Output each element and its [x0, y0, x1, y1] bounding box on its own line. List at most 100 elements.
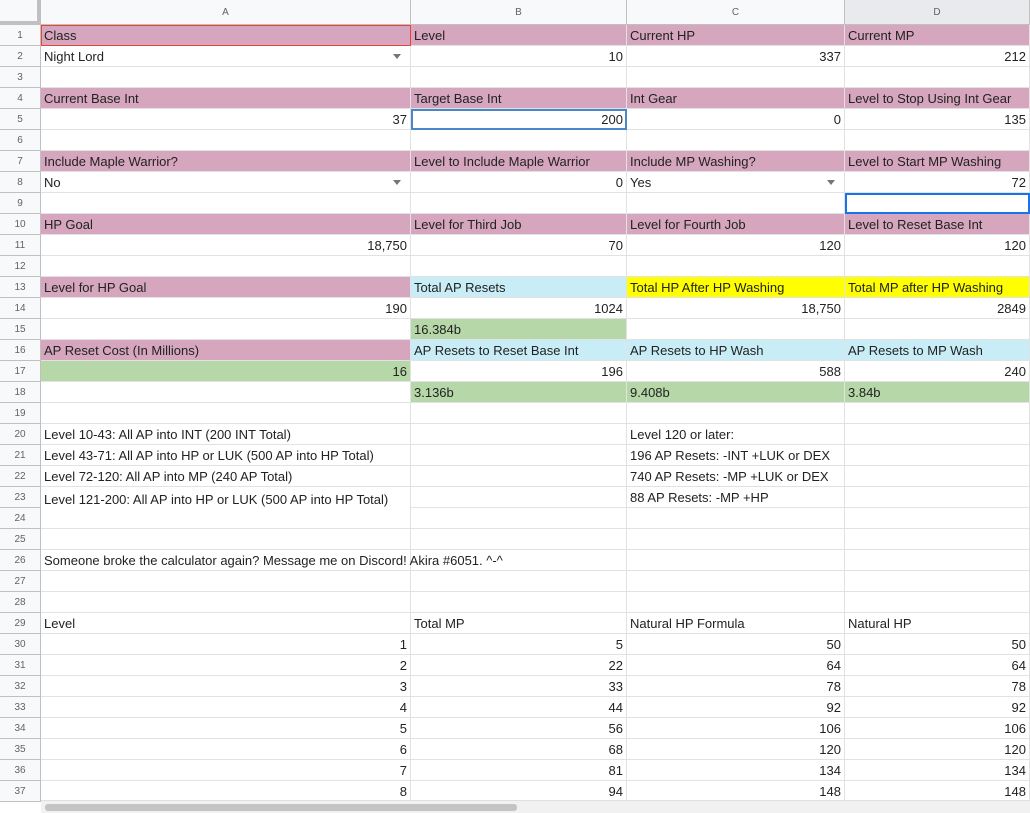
cell-c24[interactable] [627, 508, 845, 529]
table-cell-a34[interactable]: 5 [41, 718, 411, 739]
cell-d3[interactable] [845, 67, 1030, 88]
row-header-33[interactable]: 33 [0, 697, 41, 718]
dropdown-arrow-icon[interactable] [827, 180, 835, 185]
cell-b9[interactable] [411, 193, 627, 214]
row-header-28[interactable]: 28 [0, 592, 41, 613]
horizontal-scrollbar[interactable] [41, 800, 1030, 813]
cell-b6[interactable] [411, 130, 627, 151]
cell-c5[interactable]: 0 [627, 109, 845, 130]
row-header-1[interactable]: 1 [0, 25, 41, 46]
table-cell-d30[interactable]: 50 [845, 634, 1030, 655]
cell-a22[interactable]: Level 72-120: All AP into MP (240 AP Tot… [41, 466, 411, 487]
cell-d13[interactable]: Total MP after HP Washing [845, 277, 1030, 298]
table-cell-c31[interactable]: 64 [627, 655, 845, 676]
cell-c15[interactable] [627, 319, 845, 340]
cell-c10[interactable]: Level for Fourth Job [627, 214, 845, 235]
table-cell-b37[interactable]: 94 [411, 781, 627, 802]
table-cell-c32[interactable]: 78 [627, 676, 845, 697]
cell-c11[interactable]: 120 [627, 235, 845, 256]
cell-b11[interactable]: 70 [411, 235, 627, 256]
cell-d23[interactable] [845, 487, 1030, 508]
cell-a26[interactable]: Someone broke the calculator again? Mess… [41, 550, 503, 571]
row-header-5[interactable]: 5 [0, 109, 41, 130]
cell-d20[interactable] [845, 424, 1030, 445]
cell-a25[interactable] [41, 529, 411, 550]
cell-a17[interactable]: 16 [41, 361, 411, 382]
cell-b18[interactable]: 3.136b [411, 382, 627, 403]
cell-a19[interactable] [41, 403, 411, 424]
cell-a21[interactable]: Level 43-71: All AP into HP or LUK (500 … [41, 445, 411, 466]
cell-d14[interactable]: 2849 [845, 298, 1030, 319]
row-header-13[interactable]: 13 [0, 277, 41, 298]
cell-b16[interactable]: AP Resets to Reset Base Int [411, 340, 627, 361]
cell-c9[interactable] [627, 193, 845, 214]
row-header-31[interactable]: 31 [0, 655, 41, 676]
table-cell-c33[interactable]: 92 [627, 697, 845, 718]
table-cell-c30[interactable]: 50 [627, 634, 845, 655]
cell-d8[interactable]: 72 [845, 172, 1030, 193]
row-header-24[interactable]: 24 [0, 508, 41, 529]
cell-b25[interactable] [411, 529, 627, 550]
row-header-19[interactable]: 19 [0, 403, 41, 424]
cell-b12[interactable] [411, 256, 627, 277]
cell-b2[interactable]: 10 [411, 46, 627, 67]
row-header-20[interactable]: 20 [0, 424, 41, 445]
column-header-b[interactable]: B [411, 0, 627, 25]
table-cell-c34[interactable]: 106 [627, 718, 845, 739]
table-cell-a30[interactable]: 1 [41, 634, 411, 655]
row-header-22[interactable]: 22 [0, 466, 41, 487]
cell-b1[interactable]: Level [411, 25, 627, 46]
cell-a27[interactable] [41, 571, 411, 592]
row-header-14[interactable]: 14 [0, 298, 41, 319]
cell-a16[interactable]: AP Reset Cost (In Millions) [41, 340, 411, 361]
cell-c23[interactable]: 88 AP Resets: -MP +HP [627, 487, 845, 508]
cell-d28[interactable] [845, 592, 1030, 613]
row-header-35[interactable]: 35 [0, 739, 41, 760]
table-cell-a32[interactable]: 3 [41, 676, 411, 697]
cell-c3[interactable] [627, 67, 845, 88]
cell-c18[interactable]: 9.408b [627, 382, 845, 403]
table-cell-a33[interactable]: 4 [41, 697, 411, 718]
row-header-8[interactable]: 8 [0, 172, 41, 193]
row-header-12[interactable]: 12 [0, 256, 41, 277]
cell-a6[interactable] [41, 130, 411, 151]
cell-b15[interactable]: 16.384b [411, 319, 627, 340]
cell-b7[interactable]: Level to Include Maple Warrior [411, 151, 627, 172]
cell-d1[interactable]: Current MP [845, 25, 1030, 46]
cell-d9[interactable] [845, 193, 1030, 214]
cell-d4[interactable]: Level to Stop Using Int Gear [845, 88, 1030, 109]
cell-a7[interactable]: Include Maple Warrior? [41, 151, 411, 172]
cell-b3[interactable] [411, 67, 627, 88]
cell-c6[interactable] [627, 130, 845, 151]
cell-b14[interactable]: 1024 [411, 298, 627, 319]
cell-d11[interactable]: 120 [845, 235, 1030, 256]
cell-b21[interactable] [411, 445, 627, 466]
cell-c8[interactable]: Yes [627, 172, 845, 193]
cell-b19[interactable] [411, 403, 627, 424]
column-header-a[interactable]: A [41, 0, 411, 25]
row-header-6[interactable]: 6 [0, 130, 41, 151]
cell-c12[interactable] [627, 256, 845, 277]
row-header-25[interactable]: 25 [0, 529, 41, 550]
cell-a20[interactable]: Level 10-43: All AP into INT (200 INT To… [41, 424, 411, 445]
row-header-4[interactable]: 4 [0, 88, 41, 109]
cell-c13[interactable]: Total HP After HP Washing [627, 277, 845, 298]
cell-c28[interactable] [627, 592, 845, 613]
cell-c2[interactable]: 337 [627, 46, 845, 67]
row-header-2[interactable]: 2 [0, 46, 41, 67]
cell-a28[interactable] [41, 592, 411, 613]
table-cell-b30[interactable]: 5 [411, 634, 627, 655]
cell-d17[interactable]: 240 [845, 361, 1030, 382]
cell-c27[interactable] [627, 571, 845, 592]
cell-a5[interactable]: 37 [41, 109, 411, 130]
cell-a11[interactable]: 18,750 [41, 235, 411, 256]
cell-b22[interactable] [411, 466, 627, 487]
row-header-7[interactable]: 7 [0, 151, 41, 172]
row-header-29[interactable]: 29 [0, 613, 41, 634]
table-cell-d32[interactable]: 78 [845, 676, 1030, 697]
cell-d18[interactable]: 3.84b [845, 382, 1030, 403]
cell-b8[interactable]: 0 [411, 172, 627, 193]
table-cell-d34[interactable]: 106 [845, 718, 1030, 739]
row-header-17[interactable]: 17 [0, 361, 41, 382]
cell-c1[interactable]: Current HP [627, 25, 845, 46]
